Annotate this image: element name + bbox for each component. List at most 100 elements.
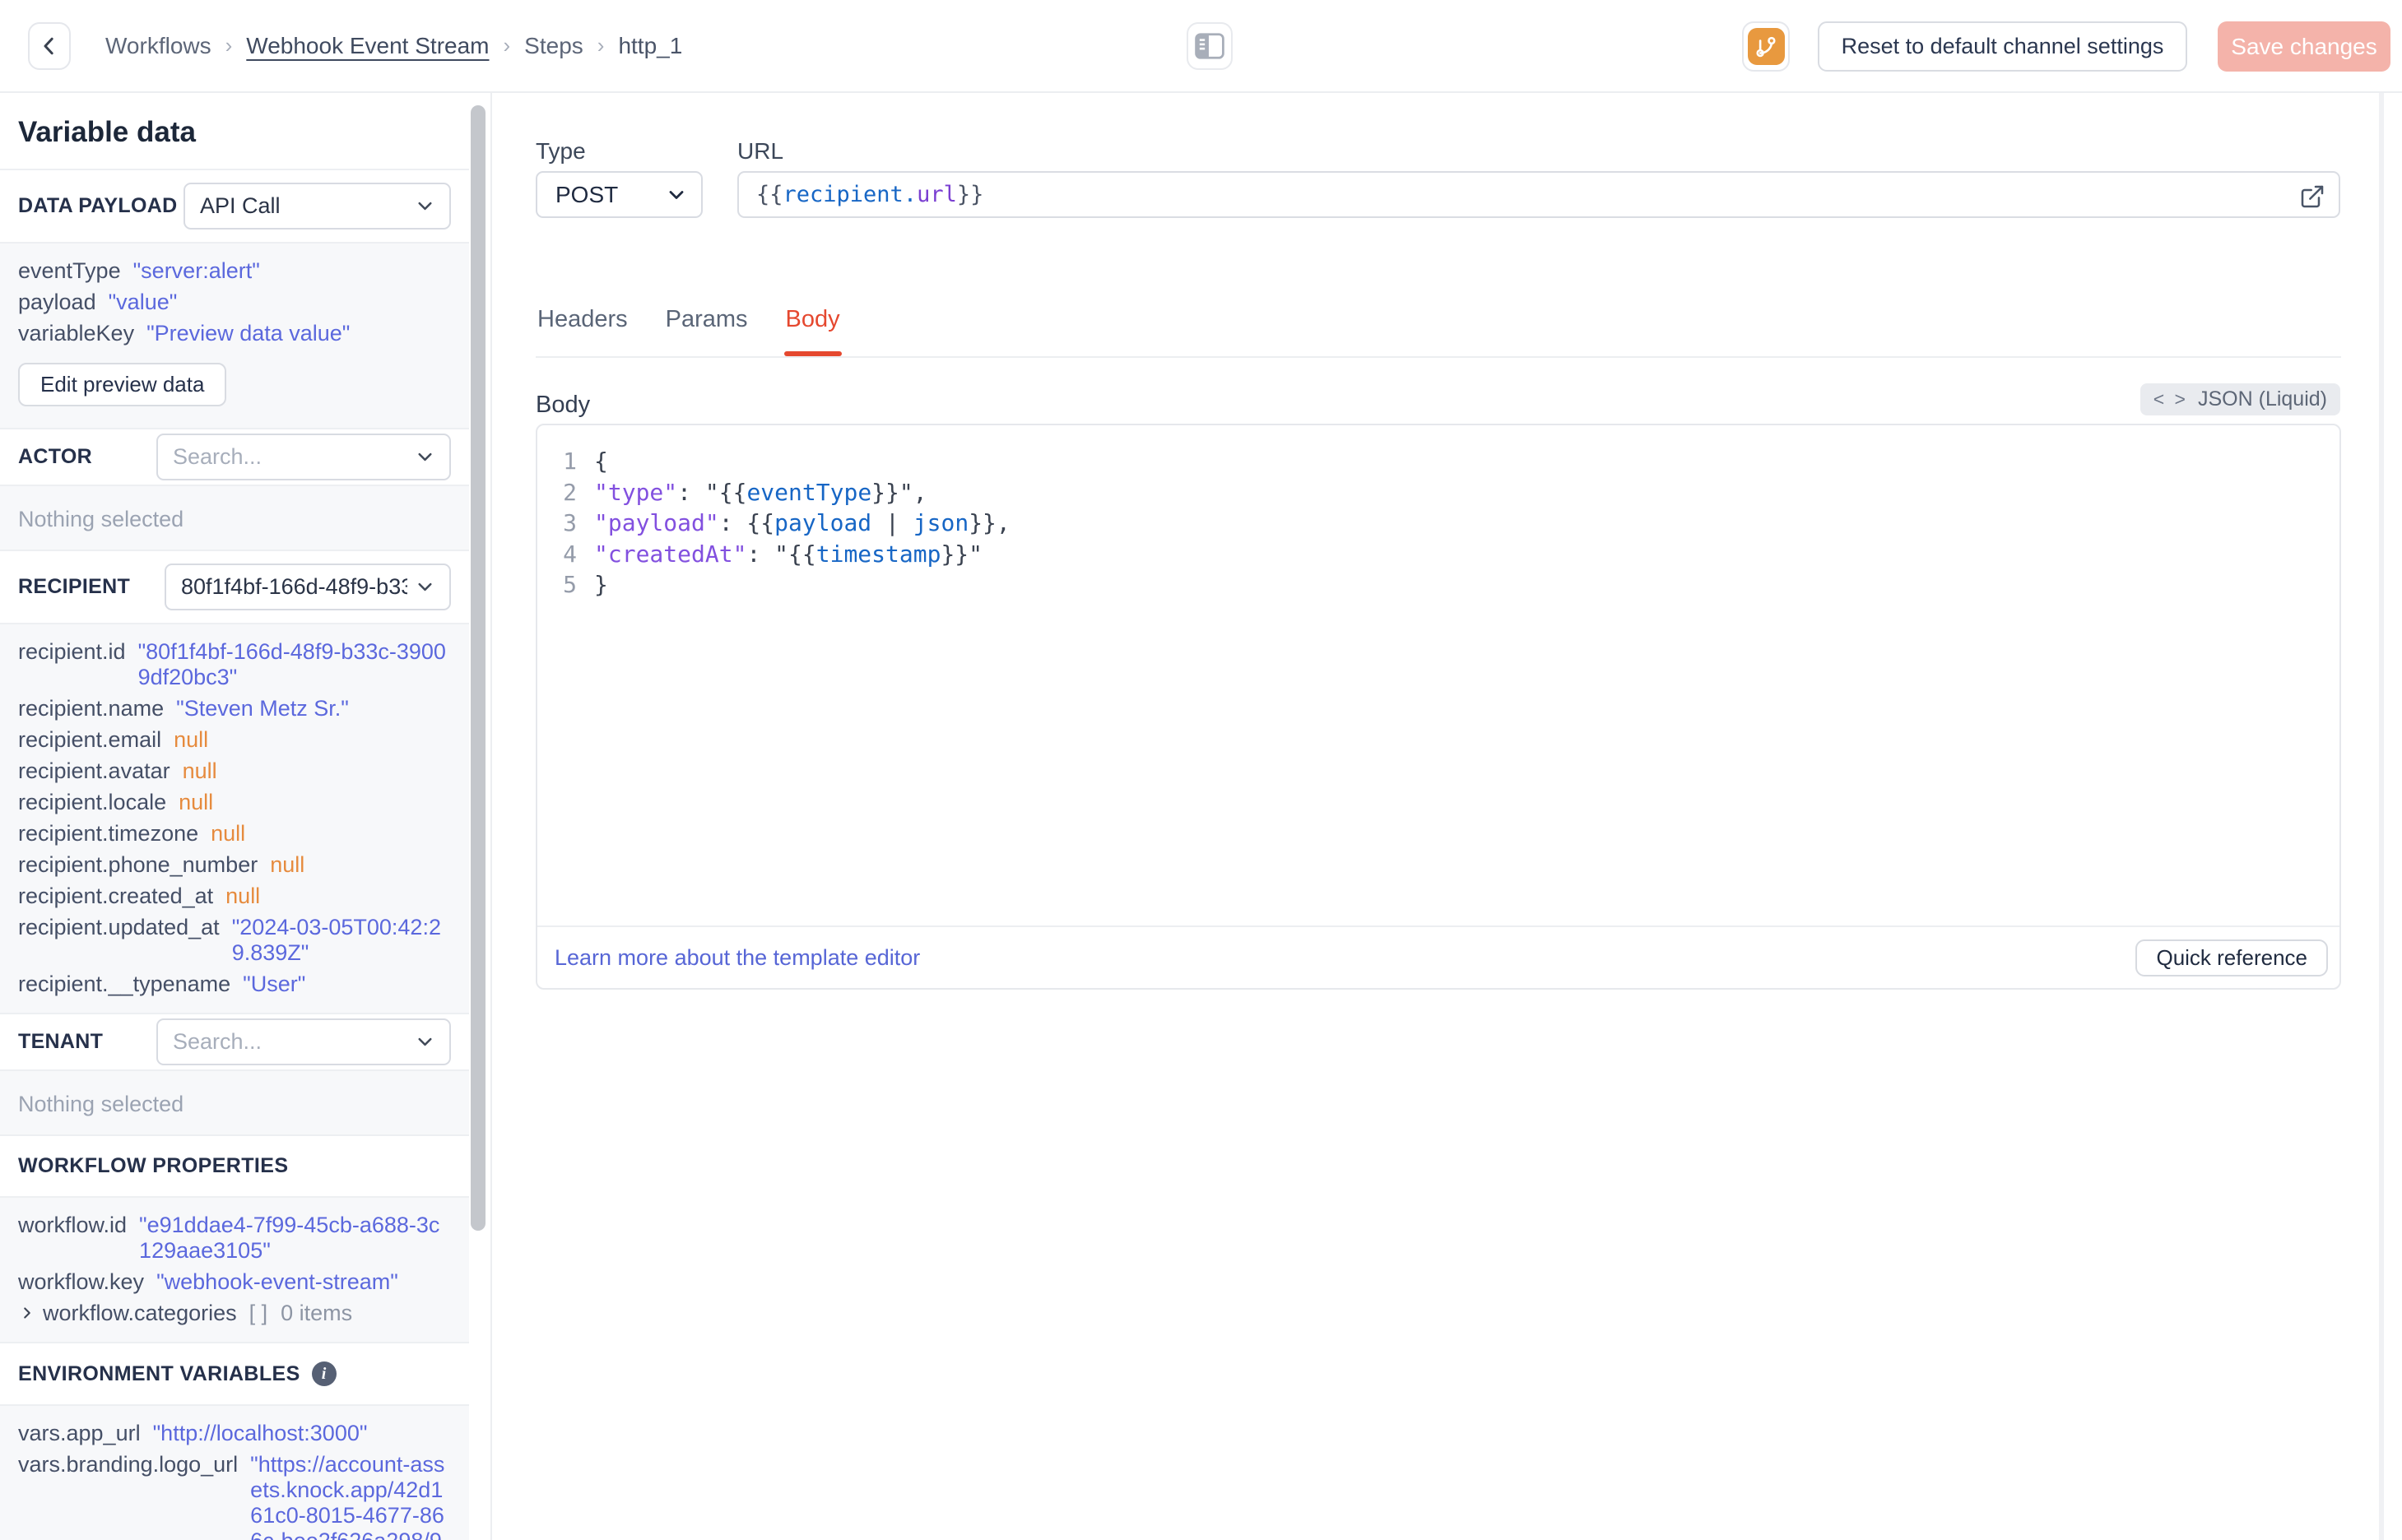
field-recipient.locale: recipient.locale null: [18, 790, 451, 815]
field-recipient.avatar: recipient.avatar null: [18, 758, 451, 784]
code-line-4: 4 "createdAt": "{{timestamp}}": [537, 539, 2339, 570]
workflow-properties-heading: WORKFLOW PROPERTIES: [0, 1136, 469, 1198]
field-value: "Steven Metz Sr.": [176, 696, 349, 721]
chevron-right-icon[interactable]: [18, 1304, 36, 1322]
tenant-label: TENANT: [18, 1030, 104, 1053]
recipient-label: RECIPIENT: [18, 575, 131, 598]
field-extra: 0 items: [281, 1301, 353, 1325]
field-key: recipient.phone_number: [18, 852, 258, 877]
code-editor[interactable]: 1{2 "type": "{{eventType}}", 3 "payload": {…: [537, 425, 2339, 927]
field-workflow.categories: workflow.categories [ ] 0 items: [18, 1301, 451, 1326]
field-recipient.updated_at: recipient.updated_at "2024-03-05T00:42:29…: [18, 915, 451, 966]
external-link-icon[interactable]: [2299, 183, 2325, 210]
tabs-divider: [536, 356, 2341, 358]
request-tabs: Headers Params Body: [536, 300, 842, 358]
field-key: workflow.key: [18, 1269, 145, 1294]
body-section-label: Body: [536, 392, 591, 418]
chevron-down-icon: [414, 576, 436, 598]
tab-body[interactable]: Body: [783, 300, 842, 358]
url-input[interactable]: {{recipient.url}}: [737, 171, 2340, 218]
sidebar-title: Variable data: [0, 93, 469, 170]
breadcrumb-separator: ›: [597, 33, 605, 58]
chevron-down-icon: [665, 183, 688, 206]
breadcrumb-item-workflows[interactable]: Workflows: [105, 33, 211, 59]
field-workflow.key: workflow.key "webhook-event-stream": [18, 1269, 451, 1295]
field-key: workflow.id: [18, 1213, 128, 1237]
url-value: {{recipient.url}}: [756, 182, 984, 207]
field-value: null: [270, 852, 305, 877]
variable-data-sidebar: Variable data DATA PAYLOAD API Call even…: [0, 93, 492, 1540]
chevron-down-icon: [414, 195, 436, 217]
tab-headers[interactable]: Headers: [536, 300, 630, 358]
workflow-properties-label: WORKFLOW PROPERTIES: [18, 1154, 289, 1177]
field-key: recipient.__typename: [18, 972, 231, 996]
line-number: 5: [563, 571, 577, 598]
field-value: "80f1f4bf-166d-48f9-b33c-39009df20bc3": [137, 639, 446, 689]
data-payload-fields: eventType "server:alert" payload "value" var…: [0, 244, 469, 429]
tenant-row: TENANT: [0, 1014, 469, 1071]
save-changes-button[interactable]: Save changes: [2218, 21, 2390, 72]
line-number: 4: [563, 540, 577, 568]
breadcrumb-separator: ›: [225, 33, 233, 58]
field-vars.app_url: vars.app_url "http://localhost:3000": [18, 1421, 451, 1446]
actor-search-select[interactable]: [156, 434, 451, 480]
sidebar-toggle-button[interactable]: [1187, 22, 1233, 70]
info-icon[interactable]: i: [311, 1361, 337, 1386]
actor-search-input[interactable]: [173, 444, 407, 470]
recipient-select[interactable]: 80f1f4bf-166d-48f9-b33c: [165, 564, 451, 610]
breadcrumb-item-webhook-event-stream[interactable]: Webhook Event Stream: [246, 33, 489, 59]
field-value: null: [182, 758, 217, 783]
tab-params[interactable]: Params: [664, 300, 750, 358]
environment-variables-label: ENVIRONMENT VARIABLES: [18, 1361, 300, 1385]
quick-reference-button[interactable]: Quick reference: [2135, 939, 2328, 976]
field-key: recipient.avatar: [18, 758, 170, 783]
language-badge: < > JSON (Liquid): [2139, 383, 2340, 415]
field-value: "e91ddae4-7f99-45cb-a688-3c129aae3105": [139, 1213, 440, 1263]
reset-default-channel-settings-button[interactable]: Reset to default channel settings: [1818, 21, 2187, 72]
url-label: URL: [737, 138, 784, 164]
data-payload-row: DATA PAYLOAD API Call: [0, 170, 469, 244]
field-value: "2024-03-05T00:42:29.839Z": [231, 915, 441, 965]
code-line-2: 2 "type": "{{eventType}}",: [537, 477, 2339, 508]
field-payload: payload "value": [18, 290, 451, 315]
field-value: "server:alert": [132, 258, 260, 283]
field-value: null: [179, 790, 214, 814]
field-key: vars.app_url: [18, 1421, 141, 1445]
field-value: "User": [243, 972, 306, 996]
code-line-3: 3 "payload": {{payload | json}},: [537, 508, 2339, 539]
tenant-search-select[interactable]: [156, 1018, 451, 1065]
edit-preview-data-button[interactable]: Edit preview data: [18, 363, 227, 406]
step-editor-main: Type POST URL {{recipient.url}} Headers P…: [494, 93, 2402, 1540]
actor-row: ACTOR: [0, 429, 469, 486]
line-number: 1: [563, 448, 577, 475]
breadcrumb-item-steps[interactable]: Steps: [524, 33, 583, 59]
editor-footer: Learn more about the template editor Qui…: [537, 925, 2339, 988]
code-line-content: "payload": {{payload | json}},: [594, 509, 1011, 536]
back-button[interactable]: [28, 22, 71, 70]
tenant-search-input[interactable]: [173, 1029, 407, 1055]
template-editor-card: 1{2 "type": "{{eventType}}", 3 "payload": {…: [536, 424, 2341, 990]
code-line-content: "createdAt": "{{timestamp}}": [594, 540, 983, 568]
template-editor-docs-link[interactable]: Learn more about the template editor: [555, 945, 920, 971]
field-recipient.phone_number: recipient.phone_number null: [18, 852, 451, 878]
method-select[interactable]: POST: [536, 171, 703, 218]
field-value: "Preview data value": [146, 321, 351, 346]
sidebar-scrollbar-thumb[interactable]: [471, 105, 486, 1231]
environment-variables-heading: ENVIRONMENT VARIABLES i: [0, 1343, 469, 1406]
field-vars.branding.logo_url: vars.branding.logo_url "https://account-a…: [18, 1452, 451, 1540]
commit-changes-button[interactable]: [1742, 21, 1790, 72]
data-payload-label: DATA PAYLOAD: [18, 194, 178, 217]
field-key: variableKey: [18, 321, 135, 346]
chevron-down-icon: [414, 1031, 436, 1053]
recipient-fields: recipient.id "80f1f4bf-166d-48f9-b33c-390…: [0, 624, 469, 1014]
field-key: vars.branding.logo_url: [18, 1452, 239, 1477]
environment-fields: vars.app_url "http://localhost:3000" vars.…: [0, 1406, 469, 1540]
field-key: eventType: [18, 258, 121, 283]
page-scrollbar-track[interactable]: [2379, 93, 2384, 1540]
field-workflow.id: workflow.id "e91ddae4-7f99-45cb-a688-3c12…: [18, 1213, 451, 1264]
field-value: "value": [108, 290, 178, 314]
field-key: recipient.email: [18, 727, 162, 752]
field-variableKey: variableKey "Preview data value": [18, 321, 451, 346]
data-payload-select[interactable]: API Call: [184, 183, 451, 230]
field-value: "webhook-event-stream": [156, 1269, 398, 1294]
